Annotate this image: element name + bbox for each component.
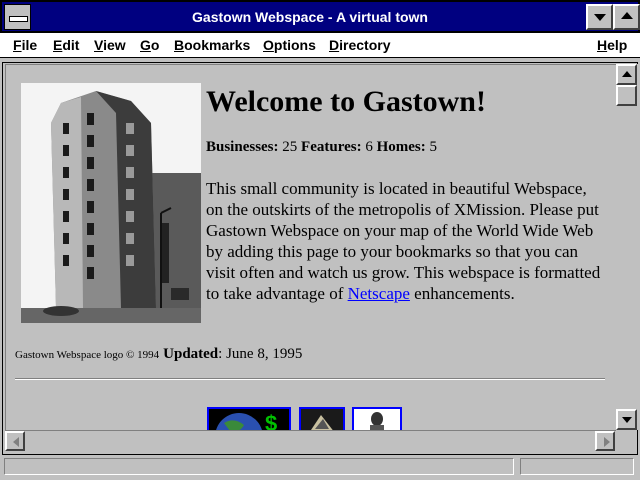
menu-file[interactable]: File [13,37,37,53]
arrow-right-icon [604,437,610,447]
netscape-link[interactable]: Netscape [348,284,410,303]
scroll-thumb[interactable] [616,85,637,106]
menu-bookmarks[interactable]: Bookmarks [174,37,250,53]
town-stats: Businesses: 25 Features: 6 Homes: 5 [206,139,437,155]
update-credit: Gastown Webspace logo © 1994 Updated: Ju… [15,345,302,363]
eagle-link[interactable] [299,407,345,431]
content-area[interactable]: Welcome to Gastown! Businesses: 25 Featu… [5,64,616,431]
vertical-scrollbar[interactable] [616,64,638,430]
menu-help[interactable]: Help [597,37,627,53]
scroll-down-button[interactable] [616,409,637,430]
arrow-up-icon [622,71,632,77]
menu-edit[interactable]: Edit [53,37,79,53]
system-menu-button[interactable] [4,4,31,30]
title-bar[interactable]: Gastown Webspace - A virtual town [0,0,640,33]
divider [15,378,605,380]
maximize-button[interactable] [613,4,640,30]
page-heading: Welcome to Gastown! [206,85,486,118]
eagle-icon [310,415,334,431]
status-message-field [4,458,514,475]
menu-view[interactable]: View [94,37,126,53]
updated-date: : June 8, 1995 [218,346,303,362]
menu-bar: File Edit View Go Bookmarks Options Dire… [0,33,640,58]
menu-go[interactable]: Go [140,37,159,53]
scroll-up-button[interactable] [616,64,637,85]
intro-paragraph: This small community is located in beaut… [206,179,601,303]
menu-directory[interactable]: Directory [329,37,390,53]
building-illustration [21,83,201,323]
arrow-down-icon [622,417,632,423]
status-bar [0,455,640,480]
system-menu-icon [9,16,28,22]
menu-options[interactable]: Options [263,37,316,53]
status-progress-field [520,458,634,475]
minimize-button[interactable] [586,4,613,30]
flatiron-building-photo [21,83,201,323]
globe-dollar-link[interactable]: $ [207,407,291,431]
maximize-icon [621,12,633,19]
horizontal-scrollbar[interactable] [5,430,616,451]
scroll-right-button[interactable] [595,431,615,451]
scroll-left-button[interactable] [5,431,25,451]
globe-dollar-icon: $ [215,411,277,431]
window-title: Gastown Webspace - A virtual town [192,9,428,25]
arrow-left-icon [13,437,19,447]
svg-text:$: $ [265,411,277,431]
updated-label: Updated [163,346,219,362]
logo-credit: Gastown Webspace logo © 1994 [15,349,160,361]
minimize-icon [594,14,606,21]
figure-icon [370,412,384,431]
figure-link[interactable] [352,407,402,431]
